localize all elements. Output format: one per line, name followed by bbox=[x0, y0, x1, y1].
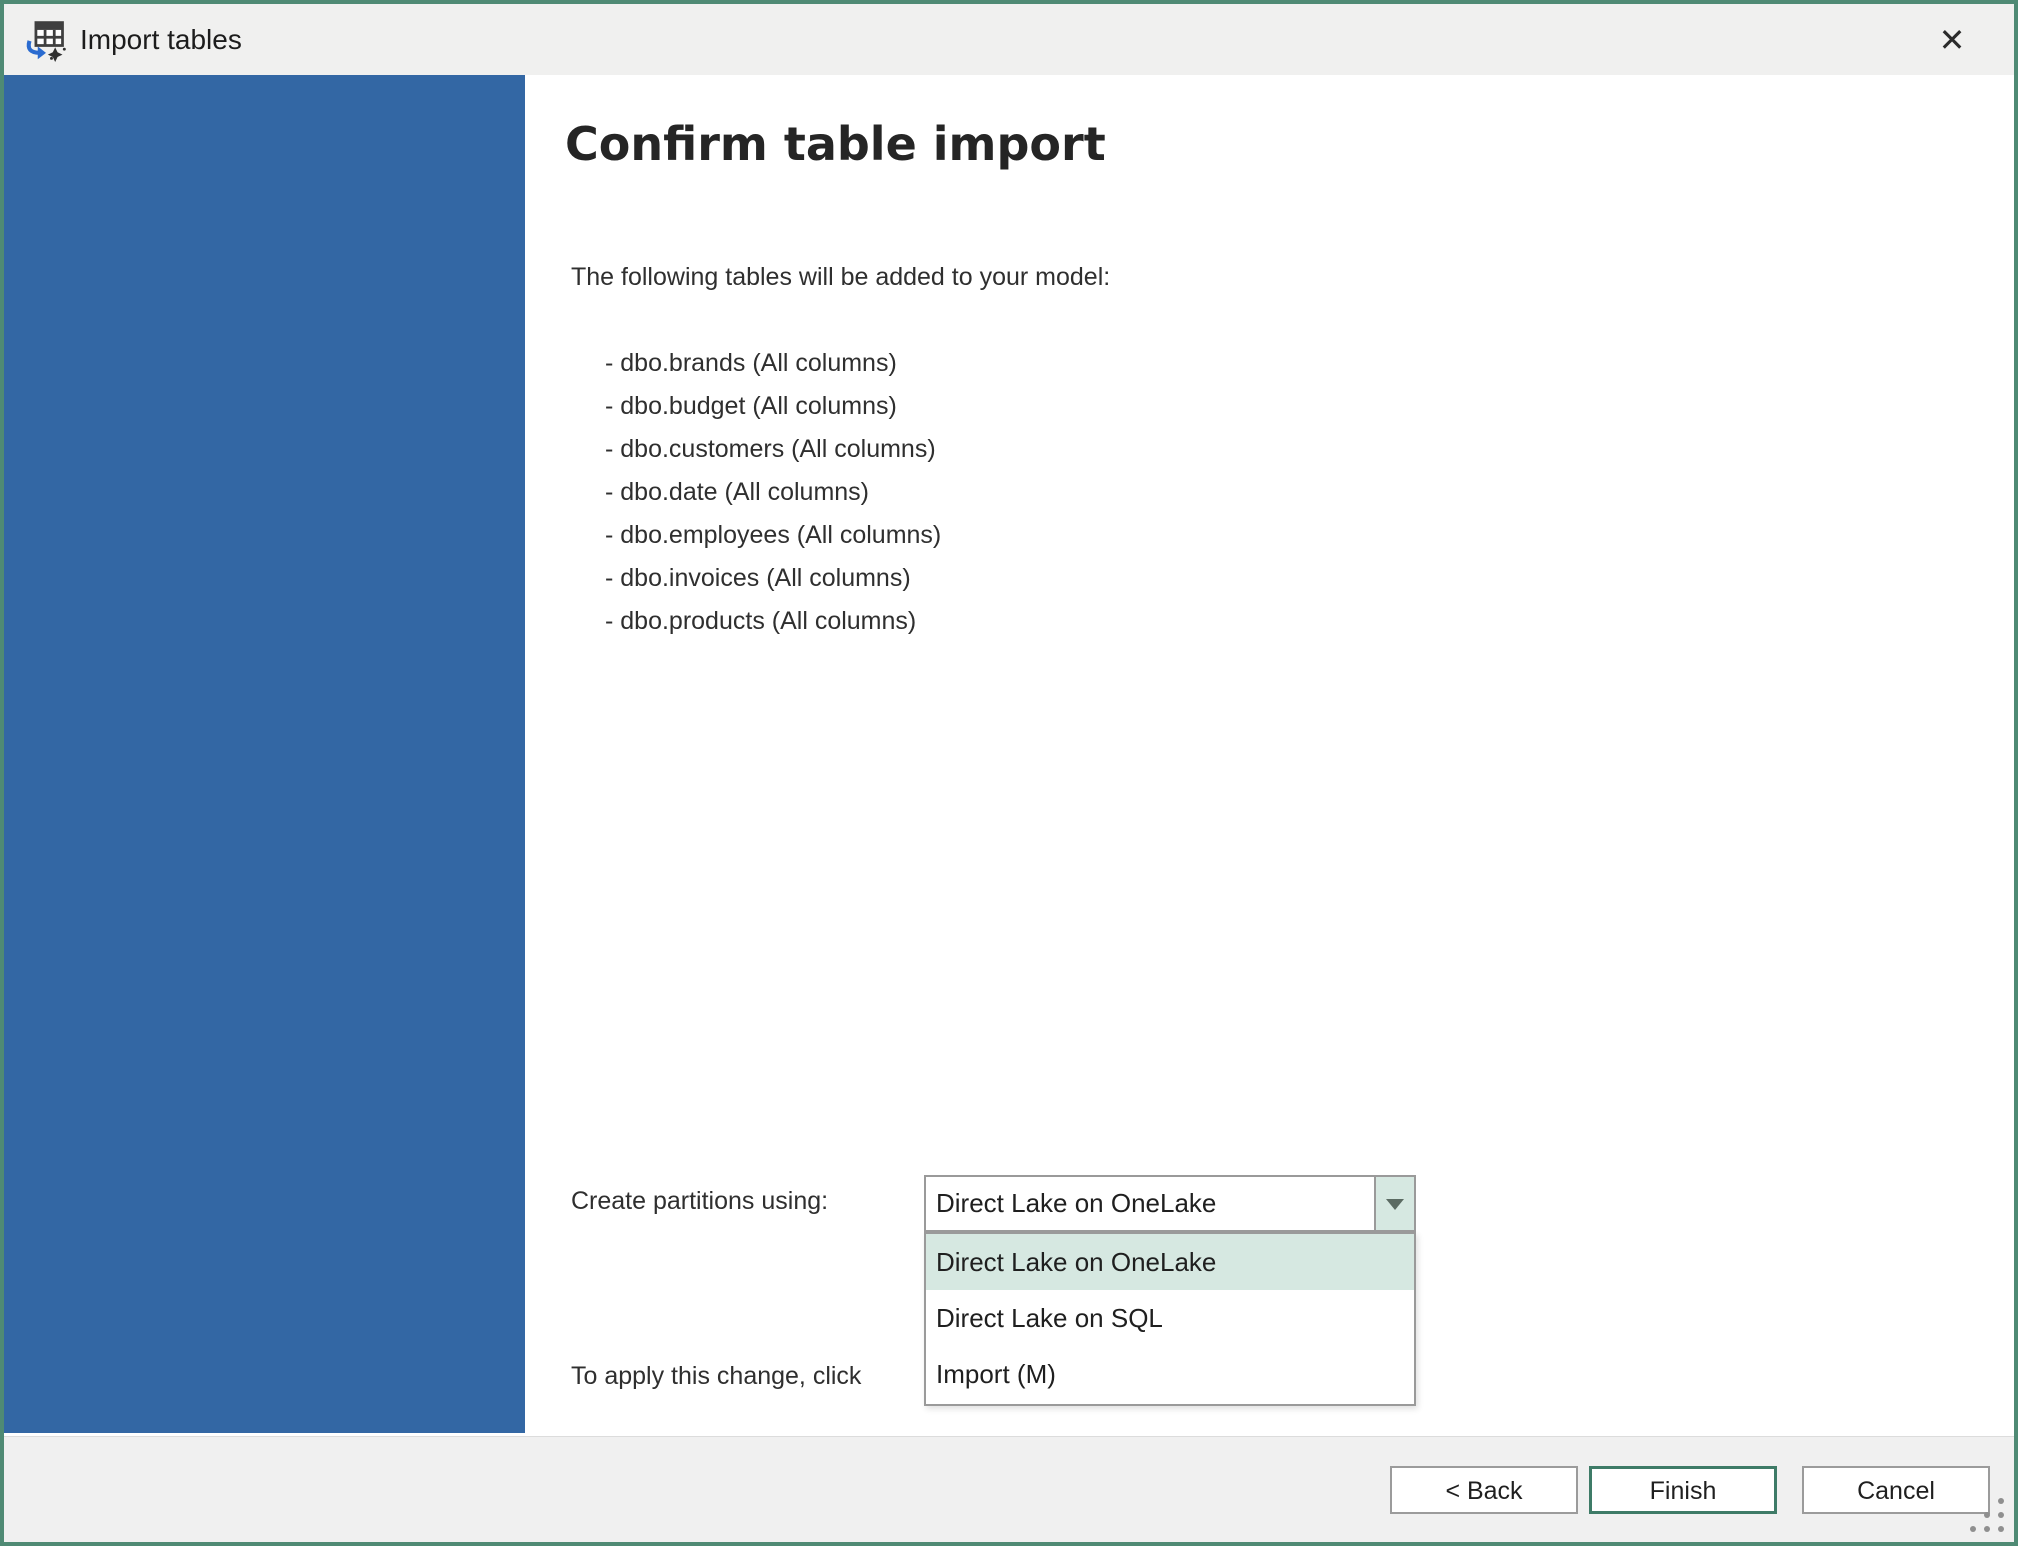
dropdown-list: Direct Lake on OneLakeDirect Lake on SQL… bbox=[924, 1232, 1416, 1406]
create-partitions-label: Create partitions using: bbox=[571, 1187, 828, 1216]
table-list-item: - dbo.date (All columns) bbox=[605, 471, 941, 514]
dropdown-option[interactable]: Import (M) bbox=[926, 1346, 1414, 1402]
page-title: Confirm table import bbox=[565, 117, 1106, 171]
table-import-icon bbox=[24, 18, 68, 62]
partitions-dropdown[interactable]: Direct Lake on OneLake bbox=[924, 1175, 1416, 1232]
table-list-item: - dbo.invoices (All columns) bbox=[605, 557, 941, 600]
cancel-button[interactable]: Cancel bbox=[1802, 1466, 1990, 1514]
close-icon[interactable]: ✕ bbox=[1932, 20, 1972, 60]
chevron-down-icon bbox=[1386, 1199, 1404, 1210]
table-list-item: - dbo.products (All columns) bbox=[605, 600, 941, 643]
footer-bar: < Back Finish Cancel bbox=[4, 1436, 2014, 1542]
main-content: Confirm table import The following table… bbox=[525, 75, 2014, 1433]
dropdown-option[interactable]: Direct Lake on SQL bbox=[926, 1290, 1414, 1346]
apply-change-hint: To apply this change, click bbox=[571, 1362, 861, 1391]
intro-text: The following tables will be added to yo… bbox=[571, 263, 1110, 292]
back-button[interactable]: < Back bbox=[1390, 1466, 1578, 1514]
finish-button[interactable]: Finish bbox=[1589, 1466, 1777, 1514]
dropdown-arrow-button[interactable] bbox=[1374, 1177, 1414, 1230]
table-list-item: - dbo.employees (All columns) bbox=[605, 514, 941, 557]
window-title: Import tables bbox=[80, 4, 242, 75]
import-tables-dialog: Import tables ✕ Confirm table import The… bbox=[0, 0, 2018, 1546]
dropdown-option[interactable]: Direct Lake on OneLake bbox=[926, 1234, 1414, 1290]
resize-grip-dots bbox=[1966, 1494, 1972, 1500]
tables-list: - dbo.brands (All columns)- dbo.budget (… bbox=[605, 342, 941, 643]
table-list-item: - dbo.budget (All columns) bbox=[605, 385, 941, 428]
table-list-item: - dbo.customers (All columns) bbox=[605, 428, 941, 471]
table-list-item: - dbo.brands (All columns) bbox=[605, 342, 941, 385]
resize-grip[interactable] bbox=[1966, 1494, 2010, 1538]
wizard-sidebar bbox=[4, 75, 525, 1433]
dropdown-selected-value: Direct Lake on OneLake bbox=[936, 1177, 1370, 1230]
title-bar: Import tables ✕ bbox=[4, 4, 2014, 75]
